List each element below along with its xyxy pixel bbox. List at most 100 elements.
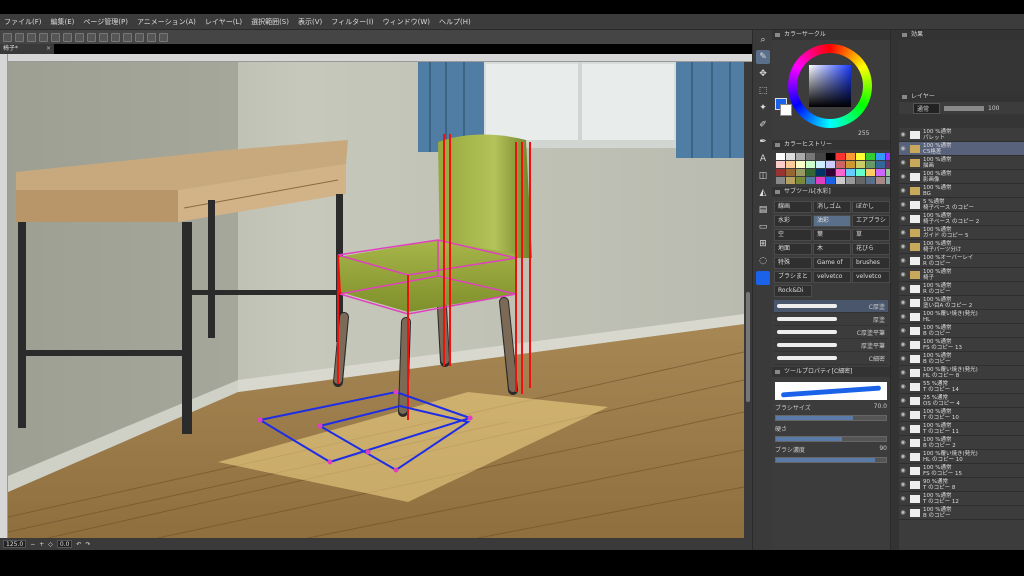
rotation-value[interactable]: 0.0 [56,540,73,548]
brush-group[interactable]: エアブラシ [852,215,890,227]
deselect-icon[interactable] [99,32,108,42]
layer-row[interactable]: ◉ 100 %覆い焼き(発光) HL のコピー 8 [899,366,1024,380]
layer-row[interactable]: ◉ 100 %通常 B のコピー [899,324,1024,338]
color-swatch[interactable] [856,169,865,176]
layer-row[interactable]: ◉ 100 %通常 ガイド のコピー 5 [899,226,1024,240]
fill-icon[interactable] [87,32,96,42]
wand-tool-icon[interactable]: ✦ [756,101,770,115]
visibility-eye-icon[interactable]: ◉ [899,257,907,264]
color-swatch[interactable] [836,177,845,184]
opacity-slider[interactable] [944,105,985,111]
color-swatch[interactable] [836,161,845,168]
density-value[interactable]: 90 [879,445,887,454]
visibility-eye-icon[interactable]: ◉ [899,439,907,446]
open-icon[interactable] [15,32,24,42]
drawing-canvas[interactable] [8,62,744,538]
color-swatch[interactable] [806,153,815,160]
close-tab-icon[interactable]: × [46,44,51,54]
brush-group[interactable]: 空 [774,229,812,241]
visibility-eye-icon[interactable]: ◉ [899,131,907,138]
invert-selection-icon[interactable] [111,32,120,42]
color-swatch[interactable] [856,153,865,160]
visibility-eye-icon[interactable]: ◉ [899,411,907,418]
visibility-eye-icon[interactable]: ◉ [899,271,907,278]
brush-item[interactable]: 厚塗平筆 [774,339,888,352]
brush-group[interactable]: Game of [813,257,851,269]
color-swatch[interactable] [776,161,785,168]
visibility-eye-icon[interactable]: ◉ [899,425,907,432]
text-tool-icon[interactable]: A [756,152,770,166]
layer-row[interactable]: ◉ 100 %通常 FS のコピー 13 [899,338,1024,352]
visibility-eye-icon[interactable]: ◉ [899,327,907,334]
zoom-in-icon[interactable]: + [39,541,44,548]
eraser-tool-icon[interactable]: ◫ [756,169,770,183]
saturation-square[interactable] [809,65,851,107]
brush-item[interactable]: C厚塗平筆 [774,326,888,339]
brush-group-selected[interactable]: 油彩 [813,215,851,227]
pen-tool-icon[interactable]: ✒ [756,135,770,149]
brush-group[interactable]: 水彩 [774,215,812,227]
zoom-tool-icon[interactable]: ⌕ [756,33,770,47]
layer-row[interactable]: ◉ 100 %通常 T のコピー 10 [899,408,1024,422]
color-swatch[interactable] [776,177,785,184]
transform-icon[interactable] [75,32,84,42]
document-tab[interactable]: 椅子* × [0,44,54,54]
menu-selection[interactable]: 選択範囲(S) [251,17,289,27]
color-swatch[interactable] [876,153,885,160]
color-swatch[interactable] [866,169,875,176]
perspective-icon[interactable] [159,32,168,42]
layer-row[interactable]: ◉ 100 %通常 T のコピー 12 [899,492,1024,506]
ruler-tool-icon[interactable]: ⊞ [756,237,770,251]
color-swatch[interactable] [806,161,815,168]
brush-group[interactable]: velvetco [852,271,890,283]
new-file-icon[interactable] [3,32,12,42]
color-swatch[interactable] [786,153,795,160]
canvas-vertical-scrollbar[interactable] [744,62,752,538]
color-swatch[interactable] [846,161,855,168]
visibility-eye-icon[interactable]: ◉ [899,243,907,250]
clear-icon[interactable] [63,32,72,42]
blend-mode-select[interactable]: 通常 [913,102,941,114]
visibility-eye-icon[interactable]: ◉ [899,481,907,488]
visibility-eye-icon[interactable]: ◉ [899,173,907,180]
layer-row[interactable]: ◉ 100 %通常 パレット [899,128,1024,142]
color-swatch[interactable] [796,161,805,168]
color-swatch[interactable] [816,177,825,184]
menu-file[interactable]: ファイル(F) [4,17,42,27]
color-swatch[interactable] [786,177,795,184]
layer-row[interactable]: ◉ 100 %通常 BG [899,184,1024,198]
brush-group[interactable]: 地面 [774,243,812,255]
menu-page[interactable]: ページ管理(P) [83,17,128,27]
layer-row[interactable]: ◉ 90 %通常 T のコピー 8 [899,478,1024,492]
color-swatch[interactable] [826,177,835,184]
brush-item[interactable]: C細密 [774,352,888,365]
color-swatch[interactable] [796,153,805,160]
layer-row[interactable]: ◉ 100 %通常 B のコピー [899,506,1024,520]
brush-group[interactable]: 木 [813,243,851,255]
brush-group[interactable]: 線画 [774,201,812,213]
menu-layer[interactable]: レイヤー(L) [205,17,242,27]
visibility-eye-icon[interactable]: ◉ [899,215,907,222]
brush-tool-icon[interactable]: ✎ [756,50,770,64]
opacity-value[interactable]: 100 [988,105,999,112]
figure-tool-icon[interactable]: ▭ [756,220,770,234]
layer-row[interactable]: ◉ 100 %覆い焼き(発光) HL [899,310,1024,324]
color-swatch[interactable] [806,169,815,176]
menu-window[interactable]: ウィンドウ(W) [383,17,430,27]
color-swatch[interactable] [816,169,825,176]
color-swatch[interactable] [876,161,885,168]
menu-help[interactable]: ヘルプ(H) [439,17,471,27]
snap-ruler-icon[interactable] [147,32,156,42]
color-swatch[interactable] [786,169,795,176]
brush-group[interactable]: ブラシまと [774,271,812,283]
layer-row[interactable]: ◉ 100 %通常 塗い目A のコピー 2 [899,296,1024,310]
color-swatch[interactable] [776,169,785,176]
visibility-eye-icon[interactable]: ◉ [899,299,907,306]
color-swatch[interactable] [846,177,855,184]
color-swatch[interactable] [836,169,845,176]
visibility-eye-icon[interactable]: ◉ [899,201,907,208]
sub-color-chip[interactable] [780,104,792,116]
visibility-eye-icon[interactable]: ◉ [899,495,907,502]
move-tool-icon[interactable]: ✥ [756,67,770,81]
brush-group[interactable]: Rock&Di [774,285,812,297]
